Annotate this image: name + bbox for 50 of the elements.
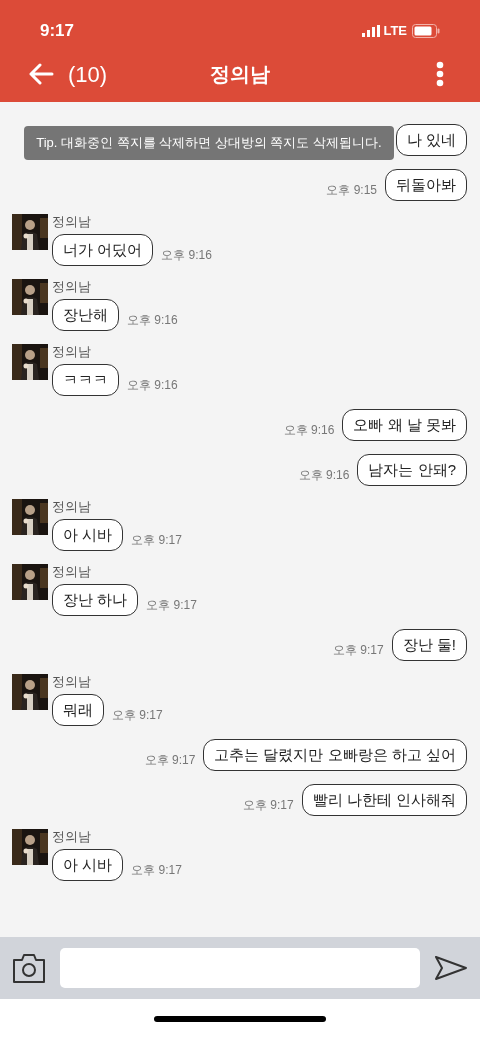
message-bubble: 아 시바 <box>52 849 124 881</box>
battery-icon <box>412 24 440 38</box>
message-bubble: 뭐래 <box>52 694 104 726</box>
sender-name: 정의남 <box>52 499 92 515</box>
message-time: 오후 9:17 <box>131 862 182 879</box>
message-bubble: 남자는 안돼? <box>357 454 467 486</box>
status-time: 9:17 <box>40 20 75 43</box>
camera-icon <box>12 952 46 984</box>
message-bubble: 너가 어딨어 <box>52 234 154 266</box>
message-bubble: 장난해 <box>52 299 119 331</box>
sender-name: 정의남 <box>52 829 92 845</box>
sender-name: 정의남 <box>52 344 92 360</box>
chat-title: 정의남 <box>210 62 270 87</box>
message-bubble: 아 시바 <box>52 519 124 551</box>
message-time: 오후 9:17 <box>146 597 197 614</box>
message-time: 오후 9:17 <box>144 752 196 769</box>
message-time: 오후 9:16 <box>283 422 335 439</box>
more-button[interactable] <box>434 59 446 89</box>
message-time: 오후 9:17 <box>242 797 294 814</box>
sender-name: 정의남 <box>52 214 92 230</box>
message-input[interactable] <box>60 948 420 988</box>
message-bubble: 오빠 왜 날 못봐 <box>342 409 467 441</box>
message-time: 오후 9:17 <box>112 707 163 724</box>
message-bubble: 고추는 달렸지만 오빠랑은 하고 싶어 <box>203 739 467 771</box>
sender-name: 정의남 <box>52 564 92 580</box>
message-time: 오후 9:15 <box>326 182 377 199</box>
message-time: 오후 9:17 <box>131 532 182 549</box>
sender-name: 정의남 <box>52 674 92 690</box>
message-time: 오후 9:16 <box>127 377 178 394</box>
network-label: LTE <box>383 22 407 41</box>
camera-button[interactable] <box>12 952 46 984</box>
send-icon <box>434 955 468 981</box>
message-bubble: 장난 하나 <box>52 584 139 616</box>
tip-text: Tip. 대화중인 쪽지를 삭제하면 상대방의 쪽지도 삭제됩니다. <box>36 134 382 153</box>
back-arrow-icon <box>28 63 54 85</box>
signal-icon <box>362 25 381 37</box>
back-button[interactable] <box>28 63 54 85</box>
message-bubble: 빨리 나한테 인사해줘 <box>301 784 467 816</box>
unread-count: (10) <box>68 60 108 89</box>
sender-name: 정의남 <box>52 279 92 295</box>
send-button[interactable] <box>434 955 468 981</box>
message-bubble: 뒤돌아봐 <box>385 169 467 201</box>
more-icon <box>436 61 444 87</box>
message-bubble: ㅋㅋㅋ <box>52 364 119 396</box>
message-time: 오후 9:16 <box>298 467 350 484</box>
message-time: 오후 9:17 <box>332 642 384 659</box>
message-time: 오후 9:16 <box>127 312 178 329</box>
message-bubble: 나 있네 <box>395 124 467 156</box>
message-time: 오후 9:16 <box>161 247 212 264</box>
message-bubble: 장난 둘! <box>391 629 467 661</box>
